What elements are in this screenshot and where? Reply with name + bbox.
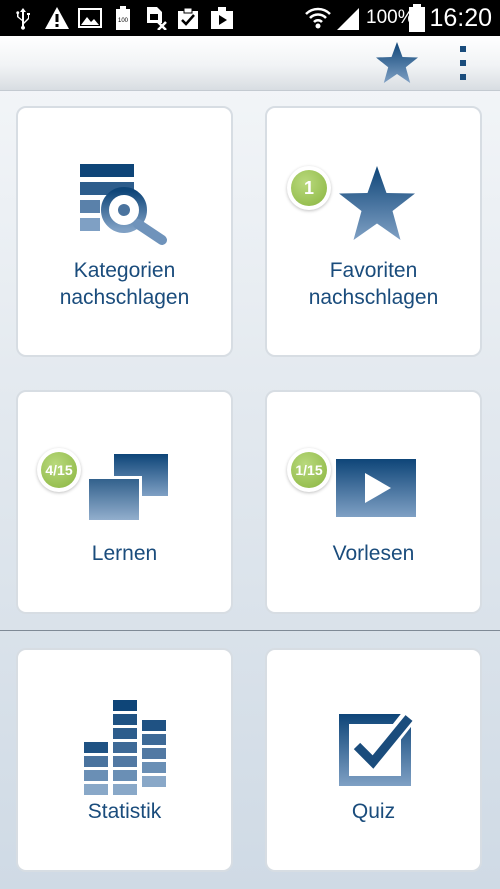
video-play-icon (211, 7, 233, 29)
usb-icon (16, 8, 30, 30)
badge-value: 1/15 (291, 452, 327, 488)
tile-label-line1: Vorlesen (332, 542, 415, 565)
badge-value: 4/15 (41, 452, 77, 488)
svg-text:100: 100 (118, 18, 129, 24)
battery-icon (409, 4, 425, 32)
cards-icon (86, 454, 168, 522)
learn-progress-badge: 4/15 (37, 448, 81, 492)
tile-label-line1: Statistik (87, 800, 162, 823)
image-icon (78, 8, 102, 28)
tile-kategorien[interactable]: Kategorien nachschlagen (16, 106, 233, 357)
clipboard-check-icon (178, 7, 198, 29)
star-icon[interactable] (374, 40, 420, 86)
clock: 16:20 (429, 4, 492, 32)
sim-off-icon (147, 7, 167, 30)
warning-icon (45, 7, 69, 29)
tile-lernen[interactable]: 4/15 Lernen (16, 390, 233, 614)
battery-full-icon: 100 (116, 6, 130, 30)
tile-label-line2: nachschlagen (308, 286, 439, 309)
badge-value: 1 (291, 170, 327, 206)
tile-label-line1: Kategorien (73, 259, 176, 282)
play-icon (336, 459, 416, 517)
favorites-count-badge: 1 (287, 166, 331, 210)
tile-quiz[interactable]: Quiz (265, 648, 482, 872)
read-progress-badge: 1/15 (287, 448, 331, 492)
tile-label-line1: Quiz (351, 800, 396, 823)
action-bar (0, 36, 500, 91)
tile-statistik[interactable]: Statistik (16, 648, 233, 872)
bar-stats-icon (84, 700, 166, 795)
status-bar: 100 100% 16:20 (0, 0, 500, 36)
category-search-icon (80, 164, 167, 245)
tile-label-line2: nachschlagen (59, 286, 190, 309)
star-icon (339, 166, 415, 240)
signal-icon (337, 8, 359, 30)
tile-label-line1: Lernen (91, 542, 158, 565)
checkbox-icon (339, 709, 418, 786)
wifi-icon (305, 7, 331, 29)
tile-vorlesen[interactable]: 1/15 Vorlesen (265, 390, 482, 614)
section-divider (0, 630, 500, 631)
overflow-menu-icon[interactable] (452, 44, 474, 82)
tile-favoriten[interactable]: 1 Favoriten nachschlagen (265, 106, 482, 357)
tile-label-line1: Favoriten (329, 259, 418, 282)
